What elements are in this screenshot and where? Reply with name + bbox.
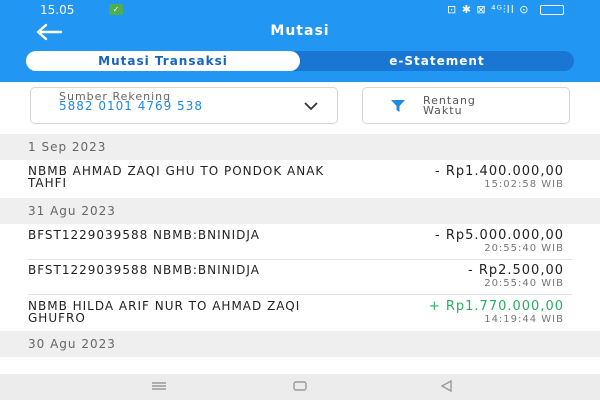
transaction-time: 14:19:44 WIB [484, 314, 564, 325]
tab-e-statement[interactable]: e-Statement [300, 51, 574, 71]
transaction-row[interactable]: NBMB AHMAD ZAQI GHU TO PONDOK ANAK TAHFI… [0, 162, 600, 198]
status-time: 15.05 [40, 3, 75, 17]
transaction-amount: - Rp2.500,00 [468, 263, 564, 278]
page-title: Mutasi [270, 23, 330, 39]
transaction-time: 20:55:40 WIB [484, 243, 564, 254]
transaction-row[interactable]: NBMB HILDA ARIF NUR TO AHMAD ZAQI GHUFRO… [0, 297, 600, 333]
transaction-description: BFST1229039588 NBMB:BNINIDJA [28, 228, 260, 242]
date-range-label: Rentang Waktu [423, 94, 476, 117]
row-divider [28, 294, 572, 295]
tab-bar: Mutasi Transaksi e-Statement [26, 51, 574, 71]
date-header: 30 Agu 2023 [0, 331, 600, 357]
transaction-description: NBMB HILDA ARIF NUR TO AHMAD ZAQI GHUFRO [28, 299, 301, 325]
transaction-amount: - Rp5.000.000,00 [435, 228, 564, 243]
account-number: 5882 0101 4769 538 [59, 99, 203, 113]
tab-mutasi-transaksi[interactable]: Mutasi Transaksi [26, 51, 300, 71]
transaction-row[interactable]: BFST1229039588 NBMB:BNINIDJA - Rp2.500,0… [0, 261, 600, 297]
transaction-description: NBMB AHMAD ZAQI GHU TO PONDOK ANAK TAHFI [28, 164, 325, 190]
row-divider [28, 259, 572, 260]
filter-icon [391, 100, 405, 112]
battery-icon [540, 5, 564, 15]
account-selector[interactable]: Sumber Rekening 5882 0101 4769 538 [30, 87, 338, 124]
chevron-down-icon [304, 102, 318, 111]
back-nav-icon[interactable] [437, 379, 457, 393]
transaction-row[interactable]: BFST1229039588 NBMB:BNINIDJA - Rp5.000.0… [0, 226, 600, 262]
transaction-time: 15:02:58 WIB [484, 179, 564, 190]
app-header: 15.05 ✓ ⊡ ✱ ⊠ ⁴ᴳ⫶ll ⊙ Mutasi Mutasi Tran… [0, 0, 600, 82]
date-header: 1 Sep 2023 [0, 134, 600, 160]
menu-icon[interactable] [149, 379, 169, 393]
notification-badge: ✓ [109, 4, 123, 15]
status-bar: 15.05 ✓ ⊡ ✱ ⊠ ⁴ᴳ⫶ll ⊙ [0, 0, 600, 20]
home-icon[interactable] [290, 379, 310, 393]
transaction-time: 20:55:40 WIB [484, 278, 564, 289]
status-icons: ⊡ ✱ ⊠ ⁴ᴳ⫶ll ⊙ [447, 3, 564, 17]
system-nav-bar [0, 374, 600, 400]
date-header: 31 Agu 2023 [0, 198, 600, 224]
transaction-amount: - Rp1.400.000,00 [435, 164, 564, 179]
transaction-amount: + Rp1.770.000,00 [428, 299, 564, 314]
date-range-filter[interactable]: Rentang Waktu [362, 87, 570, 124]
system-icons: ⊡ ✱ ⊠ ⁴ᴳ⫶ll ⊙ [447, 3, 530, 16]
transaction-description: BFST1229039588 NBMB:BNINIDJA [28, 263, 260, 277]
